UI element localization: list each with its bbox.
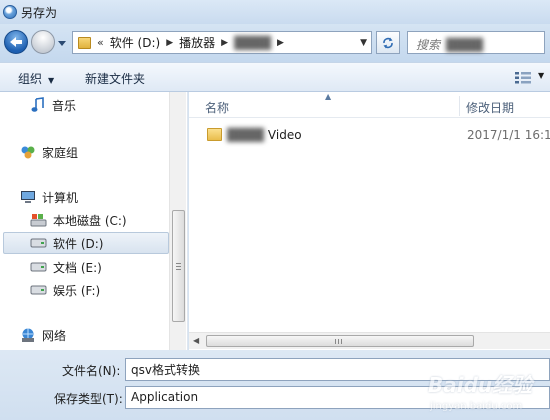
nav-item-music[interactable]: 音乐 — [0, 94, 168, 116]
nav-item-drive-d[interactable]: 软件 (D:) — [3, 232, 169, 254]
music-note-icon — [31, 97, 44, 112]
save-options-area: 文件名(N): 保存类型(T): Application — [0, 350, 550, 420]
breadcrumb-overflow[interactable]: « — [97, 36, 104, 49]
forward-button[interactable] — [31, 30, 55, 54]
nav-item-label: 文档 (E:) — [53, 260, 102, 275]
command-toolbar: 组织 ▼ 新建文件夹 ▼ — [0, 62, 550, 92]
column-header-row: 名称 ▲ 修改日期 — [189, 92, 550, 118]
address-bar[interactable]: « 软件 (D:) ▶ 播放器 ▶ ████ ▶ ▼ — [72, 31, 372, 54]
nav-item-drive-f[interactable]: 娱乐 (F:) — [0, 279, 168, 301]
breadcrumb-arrow-icon[interactable]: ▶ — [221, 38, 228, 48]
computer-icon — [21, 191, 35, 203]
filename-label: 文件名(N): — [62, 364, 121, 378]
view-dropdown-icon[interactable]: ▼ — [538, 71, 544, 80]
file-name: ████ Video — [227, 128, 302, 142]
grip-icon — [176, 263, 181, 270]
file-modified-date: 2017/1/1 16:19 — [467, 128, 550, 142]
nav-item-homegroup[interactable]: 家庭组 — [0, 141, 168, 163]
column-divider[interactable] — [459, 96, 460, 116]
drive-icon — [30, 285, 47, 295]
nav-item-drive-c[interactable]: 本地磁盘 (C:) — [0, 209, 168, 231]
filename-input[interactable] — [125, 358, 550, 381]
file-row[interactable]: ████Video 2017/1/1 16:19 — [189, 125, 550, 147]
back-button[interactable] — [4, 30, 28, 54]
nav-item-label: 娱乐 (F:) — [53, 283, 101, 298]
nav-item-drive-e[interactable]: 文档 (E:) — [0, 256, 168, 278]
search-input[interactable]: 搜索 ████ — [407, 31, 545, 54]
breadcrumb-player[interactable]: 播放器 — [179, 34, 215, 51]
refresh-icon — [383, 37, 393, 48]
homegroup-icon — [21, 146, 35, 159]
title-bar: 另存为 — [0, 0, 550, 24]
address-dropdown-icon[interactable]: ▼ — [360, 38, 367, 48]
organize-button[interactable]: 组织 ▼ — [18, 70, 54, 87]
nav-item-label: 家庭组 — [42, 145, 79, 160]
file-scroll-thumb[interactable] — [206, 335, 474, 347]
drive-icon — [30, 262, 47, 272]
nav-item-label: 本地磁盘 (C:) — [53, 213, 127, 228]
drive-icon — [30, 238, 47, 248]
save-as-icon — [3, 5, 17, 19]
folder-icon — [207, 128, 222, 141]
navigation-pane: 音乐 家庭组 计算机 本地磁盘 (C:) 软件 (D:) 文档 (E:) 娱乐 … — [0, 92, 188, 350]
history-dropdown-icon[interactable] — [57, 38, 67, 48]
breadcrumb-blurred-folder[interactable]: ████ — [234, 36, 271, 50]
refresh-button[interactable] — [376, 31, 400, 54]
nav-item-label: 音乐 — [52, 98, 77, 113]
system-drive-icon — [30, 214, 47, 227]
nav-item-computer[interactable]: 计算机 — [0, 186, 168, 208]
search-placeholder: 搜索 ████ — [416, 38, 483, 52]
navigation-bar: « 软件 (D:) ▶ 播放器 ▶ ████ ▶ ▼ 搜索 ████ — [0, 24, 550, 62]
view-options-icon[interactable] — [514, 71, 532, 85]
grip-icon — [335, 339, 342, 344]
nav-vertical-scrollbar[interactable] — [169, 92, 186, 350]
new-folder-button[interactable]: 新建文件夹 — [85, 70, 145, 87]
network-icon — [22, 328, 34, 342]
file-list: 名称 ▲ 修改日期 ████Video 2017/1/1 16:19 ◀ — [189, 92, 550, 350]
breadcrumb-arrow-icon[interactable]: ▶ — [166, 38, 173, 48]
breadcrumb-drive-d[interactable]: 软件 (D:) — [110, 34, 160, 51]
filetype-label: 保存类型(T): — [54, 392, 123, 406]
folder-icon — [78, 36, 91, 49]
file-horizontal-scrollbar[interactable]: ◀ — [189, 332, 550, 349]
arrow-left-icon — [10, 37, 22, 47]
nav-scroll-thumb[interactable] — [172, 210, 185, 322]
nav-item-label: 网络 — [42, 328, 67, 343]
column-header-modified[interactable]: 修改日期 — [466, 99, 514, 116]
filetype-select[interactable]: Application — [125, 386, 550, 409]
sort-ascending-icon: ▲ — [325, 92, 332, 101]
nav-item-network[interactable]: 网络 — [0, 324, 168, 346]
nav-item-label: 计算机 — [42, 190, 79, 205]
breadcrumb-arrow-icon[interactable]: ▶ — [277, 38, 284, 48]
scroll-left-icon[interactable]: ◀ — [193, 336, 199, 345]
nav-item-label: 软件 (D:) — [53, 236, 104, 251]
chevron-down-icon: ▼ — [48, 76, 55, 85]
column-header-name[interactable]: 名称 — [205, 99, 229, 116]
window-title: 另存为 — [21, 6, 58, 20]
